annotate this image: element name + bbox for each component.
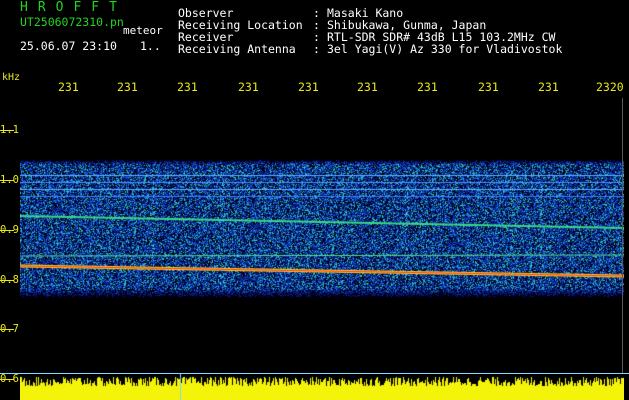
amplitude-trace [20,374,624,400]
freq-tick-mark [0,329,14,330]
freq-tick-mark [0,130,14,131]
datetime-label: 25.06.07 23:10 [20,39,117,53]
index-label: 1.. [140,39,161,53]
time-label: 231 [478,80,499,94]
freq-tick-mark [0,180,14,181]
time-label: 231 [238,80,259,94]
antenna-value: 3el Yagi(V) Az 330 for Vladivostok [327,42,563,56]
spectrogram-display [20,158,624,300]
time-label: 231 [117,80,138,94]
freq-tick-mark [0,280,14,281]
freq-tick-mark [0,230,14,231]
khz-unit-label: kHz [2,72,21,83]
antenna-label: Receiving Antenna [178,42,296,56]
time-label: 2320 [596,80,624,94]
antenna-colon: : [313,42,320,56]
hrofft-logo: HROFFT [20,0,127,15]
time-label: 231 [177,80,198,94]
filename-label: UT2506072310.pn [20,15,124,29]
plot-right-border [622,98,623,398]
time-label: 231 [417,80,438,94]
freq-tick-mark [0,379,14,380]
time-label: 231 [357,80,378,94]
meteor-label: meteor [123,24,163,37]
time-label: 231 [58,80,79,94]
time-label: 231 [538,80,559,94]
time-label: 231 [298,80,319,94]
